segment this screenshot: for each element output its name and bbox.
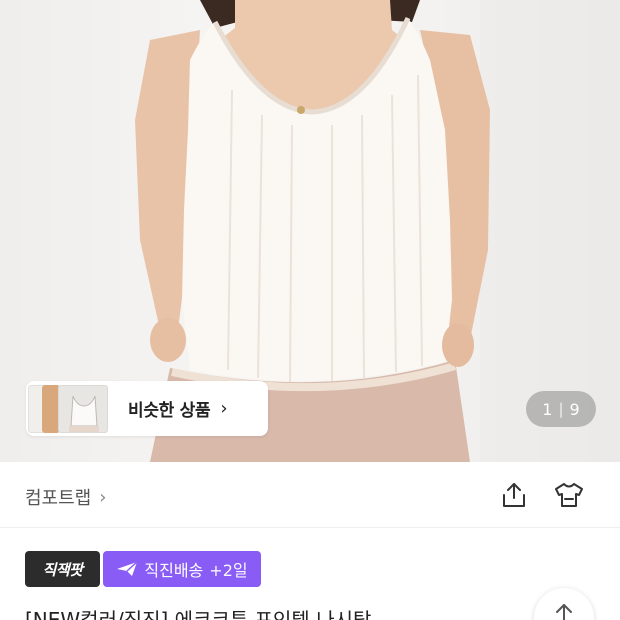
product-title: [NEW컬러/직진] 에코코튼 포인텔 나시탑 xyxy=(25,608,372,620)
zigzag-jackpot-badge: 직잭팟 xyxy=(25,551,100,587)
thumbnail xyxy=(58,384,108,433)
arrow-up-icon xyxy=(556,604,572,620)
shirt-compare-button[interactable] xyxy=(552,478,586,512)
delivery-extra-days: +2일 xyxy=(209,561,248,580)
brand-name: 컴포트랩 xyxy=(25,488,92,509)
current-image-index: 1 xyxy=(542,399,553,419)
total-image-count: 9 xyxy=(569,399,580,419)
shirt-icon xyxy=(555,483,583,507)
share-icon xyxy=(503,483,525,507)
chevron-right-icon: › xyxy=(220,398,228,419)
zigzag-badge-label: 직잭팟 xyxy=(42,560,83,579)
similar-products-label: 비슷한 상품 xyxy=(128,401,211,421)
brand-row: 컴포트랩 › xyxy=(0,462,620,528)
chevron-right-icon: › xyxy=(99,486,107,508)
direct-delivery-badge[interactable]: 직진배송 +2일 xyxy=(103,551,261,587)
similar-products-button[interactable]: 비슷한 상품 › xyxy=(26,381,268,436)
delivery-plane-icon xyxy=(116,561,138,577)
counter-separator: | xyxy=(558,400,564,418)
product-image-gallery[interactable]: 비슷한 상품 › 1 | 9 xyxy=(0,0,620,462)
scroll-to-top-button[interactable] xyxy=(534,588,594,620)
direct-delivery-label: 직진배송 xyxy=(144,561,204,580)
share-button[interactable] xyxy=(497,478,531,512)
similar-product-thumbnails xyxy=(28,383,112,435)
brand-link[interactable]: 컴포트랩 › xyxy=(25,484,106,510)
image-counter: 1 | 9 xyxy=(526,391,596,427)
